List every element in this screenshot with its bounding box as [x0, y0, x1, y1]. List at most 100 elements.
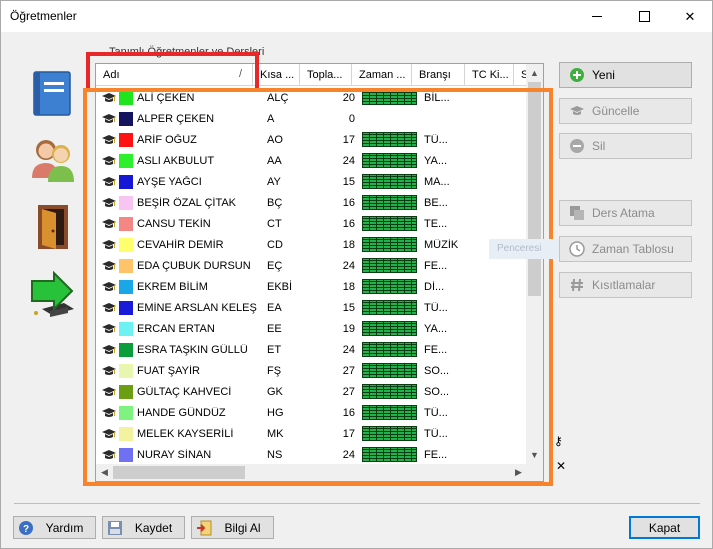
teacher-short-name: MK [267, 427, 284, 440]
time-schedule-bar [362, 153, 417, 168]
time-schedule-bar [362, 363, 417, 378]
teacher-short-name: EE [267, 322, 282, 335]
scroll-down-arrow-icon[interactable]: ▼ [526, 447, 543, 464]
teacher-name: NURAY SİNAN [137, 448, 212, 461]
update-button[interactable]: Güncelle [559, 98, 692, 124]
teacher-total-hours: 18 [342, 238, 355, 251]
graduation-cap-icon [101, 196, 117, 210]
constraints-button[interactable]: Kısıtlamalar [559, 272, 692, 298]
table-row[interactable]: ARİF OĞUZ AO 17 TÜ... [96, 129, 527, 150]
teacher-total-hours: 16 [342, 217, 355, 230]
time-schedule-bar [362, 195, 417, 210]
teacher-color-swatch [119, 447, 133, 462]
delete-button[interactable]: Sil [559, 133, 692, 159]
teacher-total-hours: 0 [348, 112, 355, 125]
table-row[interactable]: EMİNE ARSLAN KELEŞ EA 15 TÜ... [96, 297, 527, 318]
help-icon: ? [18, 520, 34, 536]
time-schedule-bar [362, 216, 417, 231]
teacher-branch: SO... [424, 385, 450, 398]
minimize-button[interactable] [574, 1, 620, 32]
scroll-right-arrow-icon[interactable]: ▶ [510, 464, 527, 481]
close-window-button[interactable] [667, 1, 713, 32]
table-row[interactable]: ALPER ÇEKEN A 0 [96, 108, 527, 129]
table-row[interactable]: MELEK KAYSERİLİ MK 17 TÜ... [96, 423, 527, 444]
teacher-color-swatch [119, 405, 133, 420]
vertical-scroll-thumb[interactable] [528, 82, 541, 296]
teacher-branch: TÜ... [424, 406, 448, 419]
table-row[interactable]: HANDE GÜNDÜZ HG 16 TÜ... [96, 402, 527, 423]
teacher-name: ARİF OĞUZ [137, 133, 197, 146]
time-schedule-bar [362, 132, 417, 147]
maximize-button[interactable] [621, 1, 667, 32]
scroll-left-arrow-icon[interactable]: ◀ [96, 464, 113, 481]
new-button[interactable]: Yeni [559, 62, 692, 88]
teacher-name: FUAT ŞAYİR [137, 364, 200, 377]
table-row[interactable]: CANSU TEKİN CT 16 TE... [96, 213, 527, 234]
teachers-grid[interactable]: Adı / Kısa ... Topla... Zaman ... Branşı … [95, 63, 544, 482]
teacher-branch: FE... [424, 448, 448, 461]
teacher-branch: MÜZİK [424, 238, 459, 251]
save-button[interactable]: Kaydet [102, 516, 185, 539]
teacher-color-swatch [119, 111, 133, 126]
help-button[interactable]: ? Yardım [13, 516, 96, 539]
graduation-cap-icon [101, 175, 117, 189]
teacher-total-hours: 17 [342, 133, 355, 146]
teacher-total-hours: 24 [342, 154, 355, 167]
graduation-cap-icon [101, 385, 117, 399]
close-button[interactable]: Kapat [629, 516, 700, 539]
teacher-branch: TÜ... [424, 301, 448, 314]
teacher-branch: FE... [424, 343, 448, 356]
hash-icon [569, 277, 585, 293]
graduation-cap-icon [569, 103, 585, 119]
course-assign-button[interactable]: Ders Atama [559, 200, 692, 226]
table-row[interactable]: NURAY SİNAN NS 24 FE... [96, 444, 527, 465]
horizontal-scroll-thumb[interactable] [113, 466, 245, 479]
table-row[interactable]: ALİ ÇEKEN ALÇ 20 BİL... [96, 87, 527, 108]
table-row[interactable]: FUAT ŞAYİR FŞ 27 SO... [96, 360, 527, 381]
table-row[interactable]: EKREM BİLİM EKBİ 18 Dİ... [96, 276, 527, 297]
teachers-people-icon[interactable] [28, 134, 78, 184]
scroll-up-arrow-icon[interactable]: ▲ [526, 65, 543, 82]
small-close-icon[interactable]: ✕ [556, 459, 566, 473]
horizontal-scrollbar[interactable]: ◀ ▶ [96, 464, 527, 481]
teacher-color-swatch [119, 342, 133, 357]
teacher-name: ESRA TAŞKIN GÜLLÜ [137, 343, 248, 356]
column-header-name[interactable]: Adı / [96, 64, 253, 86]
time-cell [359, 426, 419, 441]
column-header-branch[interactable]: Branşı [412, 64, 465, 86]
column-header-tc[interactable]: TC Ki... [465, 64, 514, 86]
grid-header: Adı / Kısa ... Topla... Zaman ... Branşı … [96, 64, 543, 86]
table-row[interactable]: ERCAN ERTAN EE 19 YA... [96, 318, 527, 339]
column-header-short[interactable]: Kısa ... [253, 64, 300, 86]
teacher-total-hours: 17 [342, 427, 355, 440]
table-row[interactable]: GÜLTAÇ KAHVECİ GK 27 SO... [96, 381, 527, 402]
teacher-color-swatch [119, 195, 133, 210]
teacher-branch: YA... [424, 322, 448, 335]
graduate-arrow-icon[interactable] [28, 269, 78, 319]
table-row[interactable]: ASLI AKBULUT AA 24 YA... [96, 150, 527, 171]
book-icon[interactable] [28, 69, 78, 119]
vertical-scrollbar[interactable]: ▲ ▼ [526, 64, 543, 465]
teacher-branch: MA... [424, 175, 450, 188]
teacher-color-swatch [119, 258, 133, 273]
teacher-color-swatch [119, 90, 133, 105]
time-table-button[interactable]: Zaman Tablosu [559, 236, 692, 262]
teacher-branch: FE... [424, 259, 448, 272]
column-header-time[interactable]: Zaman ... [352, 64, 412, 86]
door-exit-icon[interactable] [28, 201, 78, 251]
teacher-name: CANSU TEKİN [137, 217, 211, 230]
table-row[interactable]: EDA ÇUBUK DURSUN EÇ 24 FE... [96, 255, 527, 276]
teacher-short-name: GK [267, 385, 283, 398]
column-header-total[interactable]: Topla... [300, 64, 352, 86]
table-row[interactable]: AYŞE YAĞCI AY 15 MA... [96, 171, 527, 192]
table-row[interactable]: BEŞİR ÖZAL ÇİTAK BÇ 16 BE... [96, 192, 527, 213]
teacher-color-swatch [119, 321, 133, 336]
teacher-total-hours: 15 [342, 301, 355, 314]
table-row[interactable]: CEVAHİR DEMİR CD 18 MÜZİK [96, 234, 527, 255]
import-arrow-icon [196, 520, 212, 536]
graduation-cap-icon [101, 301, 117, 315]
table-row[interactable]: ESRA TAŞKIN GÜLLÜ ET 24 FE... [96, 339, 527, 360]
teacher-color-swatch [119, 216, 133, 231]
teacher-branch: BİL... [424, 91, 450, 104]
info-button[interactable]: Bilgi Al [191, 516, 274, 539]
